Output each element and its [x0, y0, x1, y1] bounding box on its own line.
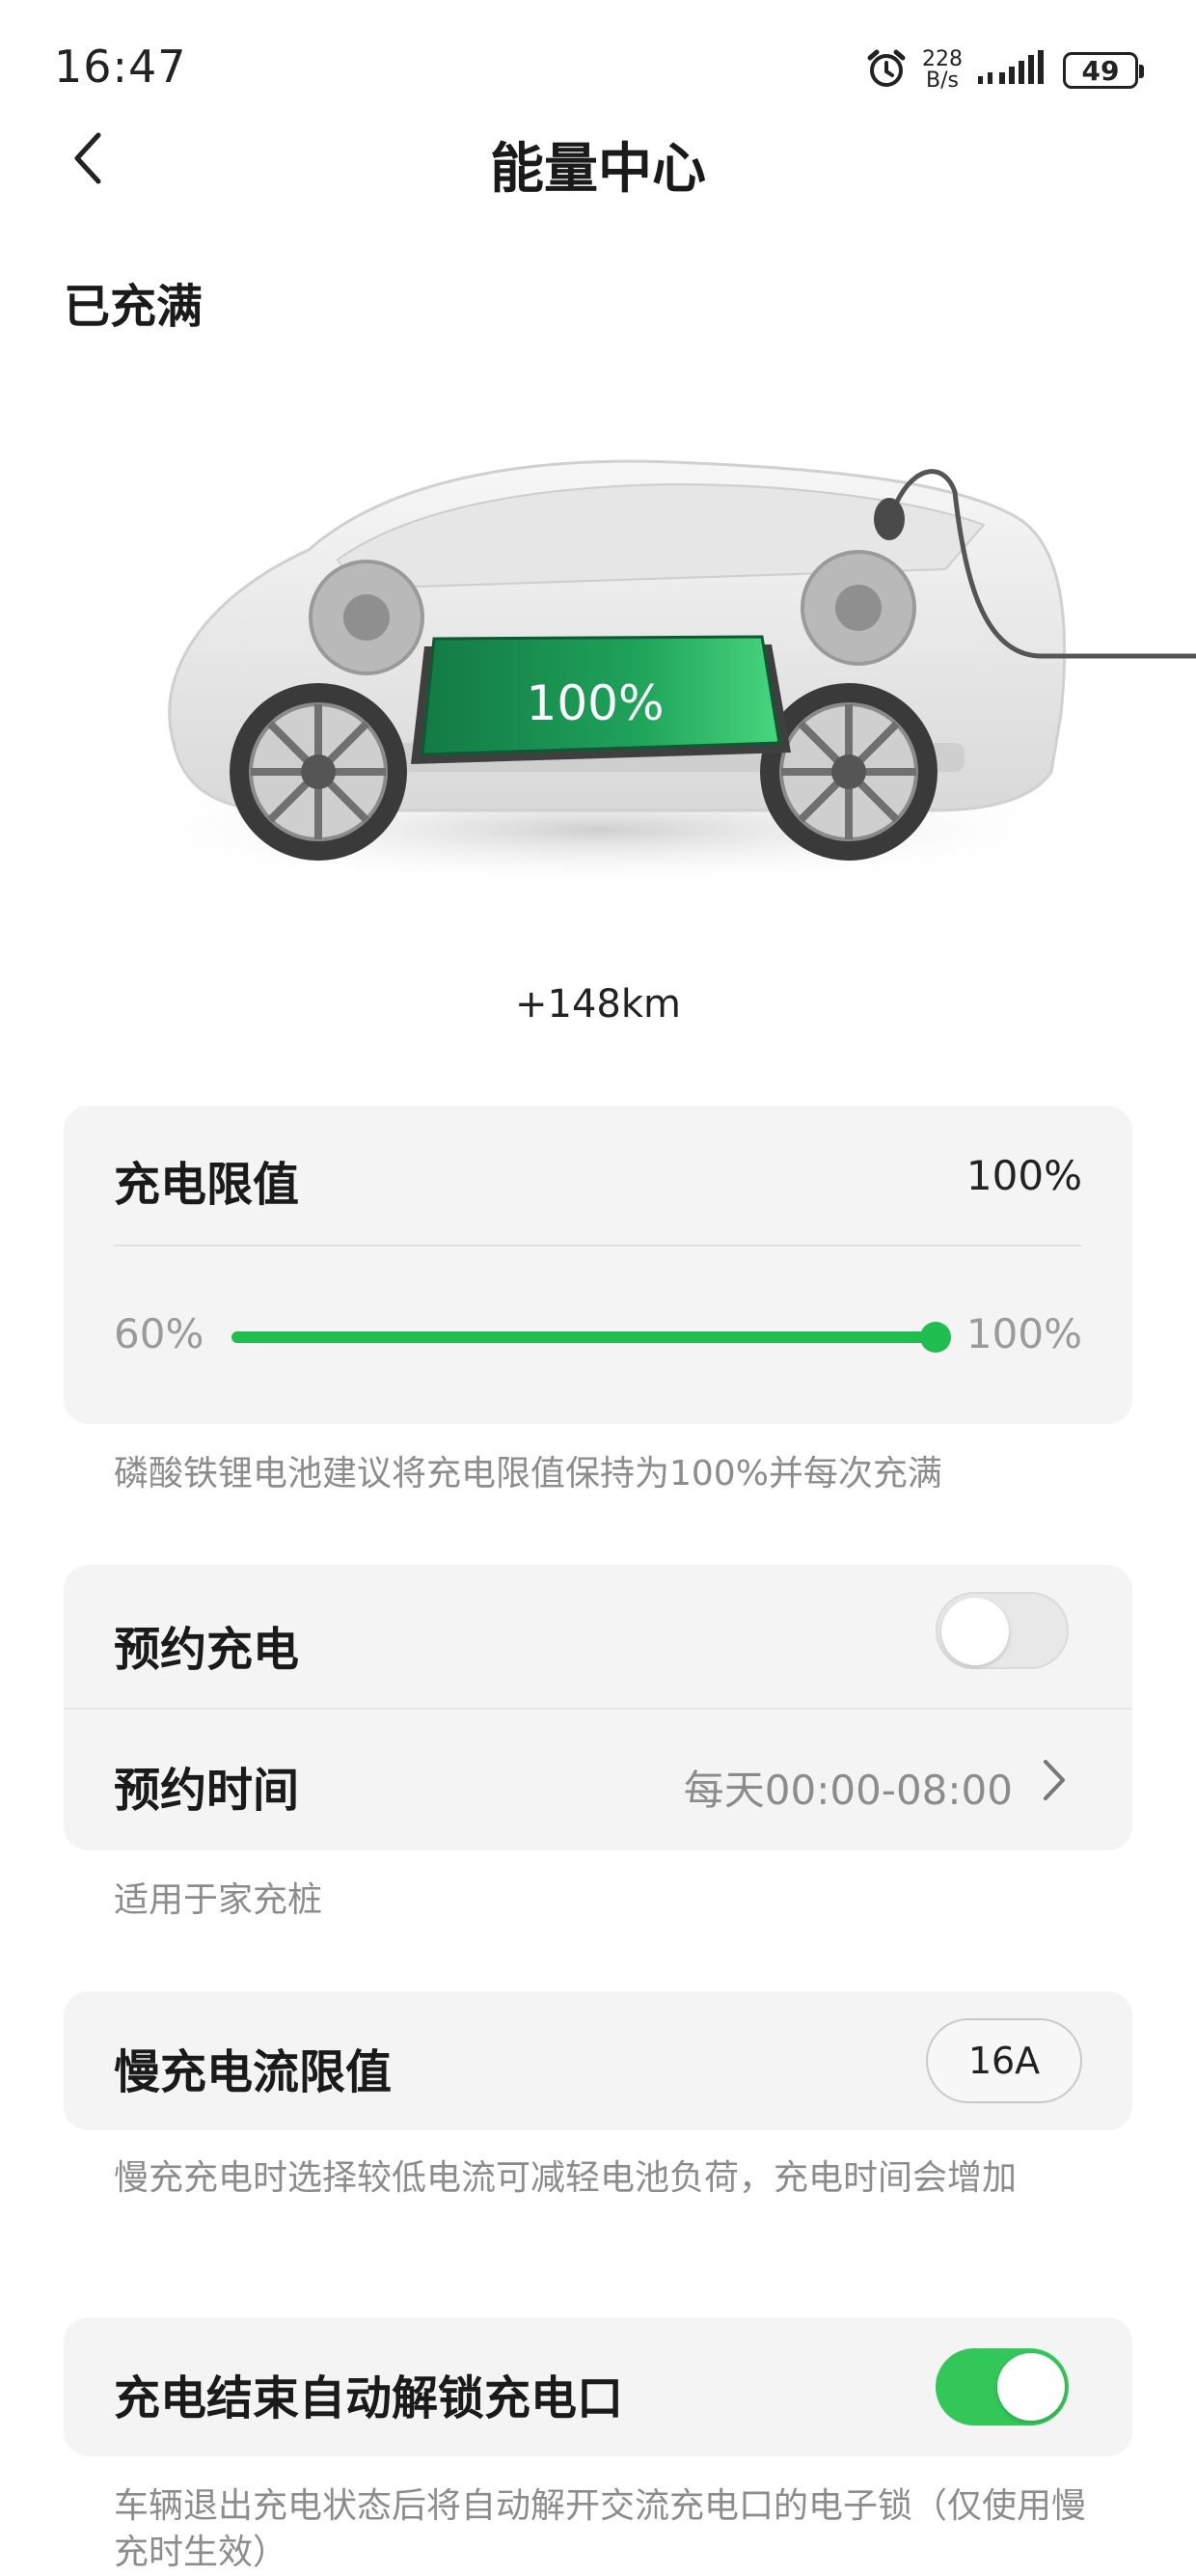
status-icons: 228 B/s 49 [864, 46, 1144, 95]
page-title: 能量中心 [490, 138, 706, 201]
schedule-charge-title: 预约充电 [114, 1623, 300, 1677]
battery-icon: 49 [1063, 52, 1144, 89]
auto-unlock-hint: 车辆退出充电状态后将自动解开交流充电口的电子锁（仅使用慢充时生效） [114, 2486, 1087, 2572]
header: 能量中心 [0, 116, 1196, 203]
toggle-knob [997, 2353, 1065, 2421]
auto-unlock-card: 充电结束自动解锁充电口 [64, 2317, 1132, 2456]
slow-charge-title: 慢充电流限值 [114, 2045, 393, 2099]
charge-limit-slider[interactable] [231, 1322, 951, 1353]
slow-charge-hint: 慢充充电时选择较低电流可减轻电池负荷，充电时间会增加 [114, 2158, 1018, 2198]
divider [114, 1245, 1082, 1247]
slow-charge-current-selector[interactable]: 16A [926, 2018, 1082, 2103]
range-added: +148km [515, 982, 681, 1027]
slider-max-label: 100% [965, 1310, 1082, 1357]
alarm-icon [864, 46, 909, 95]
status-time: 16:47 [54, 41, 187, 93]
auto-unlock-title: 充电结束自动解锁充电口 [114, 2371, 624, 2425]
net-speed: 228 B/s [922, 49, 963, 92]
schedule-charge-toggle[interactable] [936, 1592, 1069, 1669]
toggle-knob [941, 1598, 1009, 1665]
charge-limit-card: 充电限值 100% 60% 100% [64, 1106, 1132, 1424]
charge-limit-title: 充电限值 [114, 1158, 300, 1212]
auto-unlock-toggle[interactable] [936, 2348, 1069, 2425]
battery-percent-label: 100% [526, 675, 665, 731]
net-speed-unit: B/s [926, 69, 959, 93]
slider-fill [231, 1331, 936, 1343]
schedule-time-row[interactable]: 预约时间 每天00:00-08:00 [64, 1710, 1132, 1850]
chevron-right-icon [1044, 1760, 1065, 1800]
charge-status: 已充满 [64, 280, 204, 334]
schedule-time-value: 每天00:00-08:00 [683, 1767, 1013, 1814]
charge-limit-value: 100% [965, 1152, 1082, 1199]
signal-icon [976, 49, 1049, 92]
net-speed-value: 228 [922, 47, 963, 71]
schedule-card: 预约充电 预约时间 每天00:00-08:00 [64, 1565, 1132, 1850]
slow-charge-card: 慢充电流限值 16A [64, 1991, 1132, 2130]
status-bar: 16:47 228 B/s 49 [0, 0, 1196, 135]
schedule-time-title: 预约时间 [114, 1764, 300, 1818]
slider-min-label: 60% [114, 1310, 204, 1357]
charge-limit-hint: 磷酸铁锂电池建议将充电限值保持为100%并每次充满 [114, 1454, 942, 1494]
schedule-hint: 适用于家充桩 [114, 1880, 323, 1920]
slider-thumb[interactable] [920, 1322, 951, 1353]
